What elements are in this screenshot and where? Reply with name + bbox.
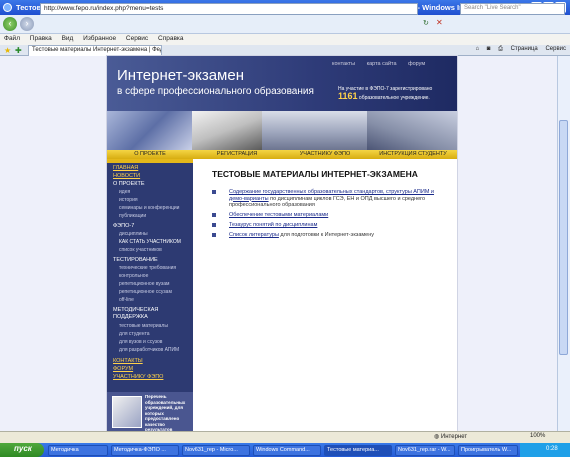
sidebar-item-testing[interactable]: ТЕСТИРОВАНИЕ xyxy=(113,257,158,263)
list-item: Тезаурус понятий по дисциплинам xyxy=(212,222,448,229)
nav-registration[interactable]: РЕГИСТРАЦИЯ xyxy=(193,150,281,159)
menu-favorites[interactable]: Избранное xyxy=(83,35,116,42)
sidebar-subitem[interactable]: семинары и конференции xyxy=(119,205,179,211)
sidebar-item-forum[interactable]: ФОРУМ xyxy=(113,366,133,372)
menu-file[interactable]: Файл xyxy=(4,35,20,42)
tab-current[interactable]: Тестовые материалы Интернет-экзамена | Ф… xyxy=(28,45,162,56)
address-toolbar xyxy=(0,15,570,34)
sidebar-item-about[interactable]: О ПРОЕКТЕ xyxy=(113,181,145,187)
sidebar-subitem[interactable]: дисциплины xyxy=(119,231,148,237)
tab-bar: ★ ✚ Тестовые материалы Интернет-экзамена… xyxy=(0,45,570,56)
sidebar-subitem[interactable]: для студента xyxy=(119,331,150,337)
sidebar-item-news[interactable]: НОВОСТИ xyxy=(113,173,140,179)
status-bar xyxy=(0,431,570,443)
sidebar-subitem[interactable]: контрольное xyxy=(119,273,148,279)
site-title: Интернет-экзамен xyxy=(117,67,244,84)
bullet-icon xyxy=(212,223,216,227)
sidebar-item-participant[interactable]: УЧАСТНИКУ ФЭПО xyxy=(113,374,163,380)
zone-label: Интернет xyxy=(440,434,468,440)
nav-student-instructions[interactable]: ИНСТРУКЦИЯ СТУДЕНТУ xyxy=(369,150,457,159)
search-input[interactable]: Search "Live Search" xyxy=(460,3,565,15)
link-forum[interactable]: форум xyxy=(408,61,425,67)
clock: 0:28 xyxy=(520,443,570,457)
address-field[interactable]: http://www.fepo.ru/index.php?menu=tests xyxy=(40,3,418,15)
bullet-icon xyxy=(212,213,216,217)
sidebar-subitem[interactable]: для вузов и ссузов xyxy=(119,339,162,345)
item-text: для подготовки к Интернет-экзамену xyxy=(278,232,374,238)
zoom-level[interactable]: 100% xyxy=(530,433,545,439)
menu-help[interactable]: Справка xyxy=(158,35,184,42)
print-icon[interactable]: ⎙ xyxy=(498,46,503,52)
taskbar-item[interactable]: Проигрыватель W... xyxy=(458,445,518,456)
sidebar-item-home[interactable]: ГЛАВНАЯ xyxy=(113,165,138,171)
site-subtitle: в сфере профессионального образования xyxy=(117,86,314,97)
sidebar-subitem[interactable]: идея xyxy=(119,189,130,195)
list-item: Содержание государственных образовательн… xyxy=(212,189,448,209)
nav-about[interactable]: О ПРОЕКТЕ xyxy=(107,150,193,159)
registration-info: На участие в ФЭПО-7 зарегистрировано 116… xyxy=(338,86,432,102)
sidebar-subitem[interactable]: история xyxy=(119,197,138,203)
photo-glass xyxy=(107,111,192,150)
forward-icon[interactable]: › xyxy=(20,17,34,31)
add-favorite-icon[interactable]: ✚ xyxy=(15,46,22,55)
sidebar-subitem[interactable]: для разработчиков АПИМ xyxy=(119,347,179,353)
sidebar-accent xyxy=(107,159,193,163)
page-menu[interactable]: Страница xyxy=(511,46,538,52)
sidebar-subitem[interactable]: КАК СТАТЬ УЧАСТНИКОМ xyxy=(119,239,181,245)
globe-icon: ◍ xyxy=(434,434,440,440)
command-bar: ⌂ ◙ ⎙ Страница Сервис xyxy=(470,46,567,53)
start-button[interactable]: пуск xyxy=(0,443,44,457)
sidebar-subitem[interactable]: публикации xyxy=(119,213,146,219)
refresh-icon[interactable]: ↻ xyxy=(423,19,429,27)
top-links: контакты карта сайта форум xyxy=(332,61,435,67)
promo-image xyxy=(112,396,142,428)
sidebar-subitem[interactable]: репетиционное вузам xyxy=(119,281,169,287)
registration-count: 1161 xyxy=(338,91,358,101)
sidebar-item-method[interactable]: МЕТОДИЧЕСКАЯ ПОДДЕРЖКА xyxy=(113,307,183,321)
menu-view[interactable]: Вид xyxy=(62,35,74,42)
bullet-icon xyxy=(212,190,216,194)
menu-edit[interactable]: Правка xyxy=(30,35,52,42)
sidebar-subitem[interactable]: off-line xyxy=(119,297,134,303)
taskbar-item[interactable]: Методичка xyxy=(48,445,108,456)
sidebar-subitem[interactable]: тестовые материалы xyxy=(119,323,168,329)
back-icon[interactable]: ‹ xyxy=(3,17,17,31)
taskbar-item[interactable]: Методичка-ФЭПО ... xyxy=(111,445,179,456)
sidebar-item-fepo[interactable]: ФЭПО-7 xyxy=(113,223,134,229)
photo-student xyxy=(367,111,457,150)
item-link[interactable]: Обеспечение тестовыми материалами xyxy=(229,212,328,218)
menu-tools[interactable]: Сервис xyxy=(126,35,148,42)
link-sitemap[interactable]: карта сайта xyxy=(367,61,397,67)
taskbar-item[interactable]: Windows Command... xyxy=(253,445,321,456)
taskbar-item[interactable]: Nov631_rep - Micro... xyxy=(182,445,250,456)
page-title: ТЕСТОВЫЕ МАТЕРИАЛЫ ИНТЕРНЕТ-ЭКЗАМЕНА xyxy=(212,169,418,179)
home-icon[interactable]: ⌂ xyxy=(476,46,480,52)
sidebar-subitem[interactable]: репетиционное ссузам xyxy=(119,289,172,295)
taskbar-item[interactable]: Nov631_rep.rar - W... xyxy=(395,445,455,456)
sidebar-subitem[interactable]: технические требования xyxy=(119,265,176,271)
scrollbar-thumb[interactable] xyxy=(559,120,568,355)
list-item: Обеспечение тестовыми материалами xyxy=(212,212,448,219)
photo-handshake xyxy=(192,111,262,150)
photo-building xyxy=(262,111,367,150)
sidebar-item-contacts[interactable]: КОНТАКТЫ xyxy=(113,358,143,364)
menu-bar: Файл Правка Вид Избранное Сервис Справка xyxy=(0,34,570,45)
favorites-star-icon[interactable]: ★ xyxy=(4,46,11,55)
item-link[interactable]: Тезаурус понятий по дисциплинам xyxy=(229,222,317,228)
taskbar-item-active[interactable]: Тестовые материа... xyxy=(324,445,392,456)
list-item: Список литературы для подготовки к Интер… xyxy=(212,232,448,239)
link-contacts[interactable]: контакты xyxy=(332,61,355,67)
item-link[interactable]: Список литературы xyxy=(229,232,279,238)
feeds-icon[interactable]: ◙ xyxy=(487,46,491,52)
registration-suffix: образовательное учреждение. xyxy=(358,95,430,101)
tools-menu[interactable]: Сервис xyxy=(545,46,566,52)
stop-icon[interactable]: ✕ xyxy=(436,18,443,27)
nav-participant[interactable]: УЧАСТНИКУ ФЭПО xyxy=(281,150,369,159)
status-zone: ◍ Интернет xyxy=(434,433,467,440)
bullet-icon xyxy=(212,233,216,237)
sidebar-subitem[interactable]: список участников xyxy=(119,247,162,253)
promo-text[interactable]: Перечень образовательных учреждений, для… xyxy=(145,394,191,433)
ie-logo-icon xyxy=(3,3,12,12)
